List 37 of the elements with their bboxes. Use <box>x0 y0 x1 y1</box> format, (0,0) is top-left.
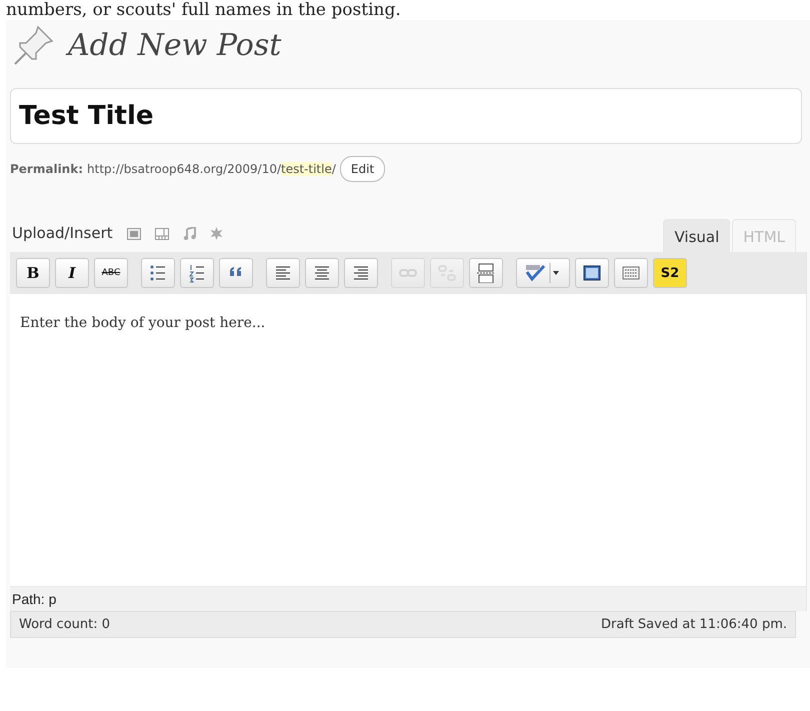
unlink-icon <box>437 263 457 283</box>
sink-button[interactable] <box>614 258 648 288</box>
page-break-icon <box>476 263 496 283</box>
edit-button[interactable]: Edit <box>340 156 386 182</box>
quote-button[interactable] <box>219 258 253 288</box>
fullscreen-button[interactable] <box>575 258 609 288</box>
pushpin-icon <box>12 23 56 67</box>
bulleted-list-icon <box>148 263 168 283</box>
spellcheck-button[interactable] <box>516 258 570 288</box>
fullscreen-icon <box>582 263 602 283</box>
body-placeholder: Enter the body of your post here... <box>20 315 266 331</box>
permalink-url[interactable]: http://bsatroop648.org/2009/10/test-title/ <box>87 162 336 176</box>
format-button[interactable]: I <box>55 258 89 288</box>
numbered-list-icon <box>187 263 207 283</box>
permalink-label: Permalink: <box>10 162 84 176</box>
spellcheck-dropdown-icon <box>524 263 562 283</box>
image-icon[interactable] <box>126 228 141 240</box>
plugin-button[interactable]: S2 <box>653 258 687 288</box>
video-icon[interactable] <box>154 228 169 240</box>
post-body-editor[interactable]: Enter the body of your post here... <box>10 294 806 586</box>
bullets-button[interactable] <box>141 258 175 288</box>
align-right-button[interactable] <box>344 258 378 288</box>
star-burst-icon[interactable] <box>210 227 223 240</box>
align-center-button[interactable] <box>305 258 339 288</box>
editor-tab[interactable]: Visual <box>663 219 730 252</box>
upload-insert-label: Upload/Insert <box>12 224 113 244</box>
numbers-button[interactable] <box>180 258 214 288</box>
draft-saved-status: Draft Saved at 11:06:40 pm. <box>601 617 787 632</box>
align-left-button[interactable] <box>266 258 300 288</box>
element-path: Path: p <box>10 586 806 611</box>
page-title: Add New Post <box>68 28 282 62</box>
format-button[interactable]: ABC <box>94 258 128 288</box>
format-button[interactable]: B <box>16 258 50 288</box>
more-button[interactable] <box>469 258 503 288</box>
title-field[interactable]: Test Title <box>10 88 802 144</box>
intro-text: numbers, or scouts' full names in the posting. <box>5 0 402 20</box>
word-count: Word count: 0 <box>19 617 110 632</box>
